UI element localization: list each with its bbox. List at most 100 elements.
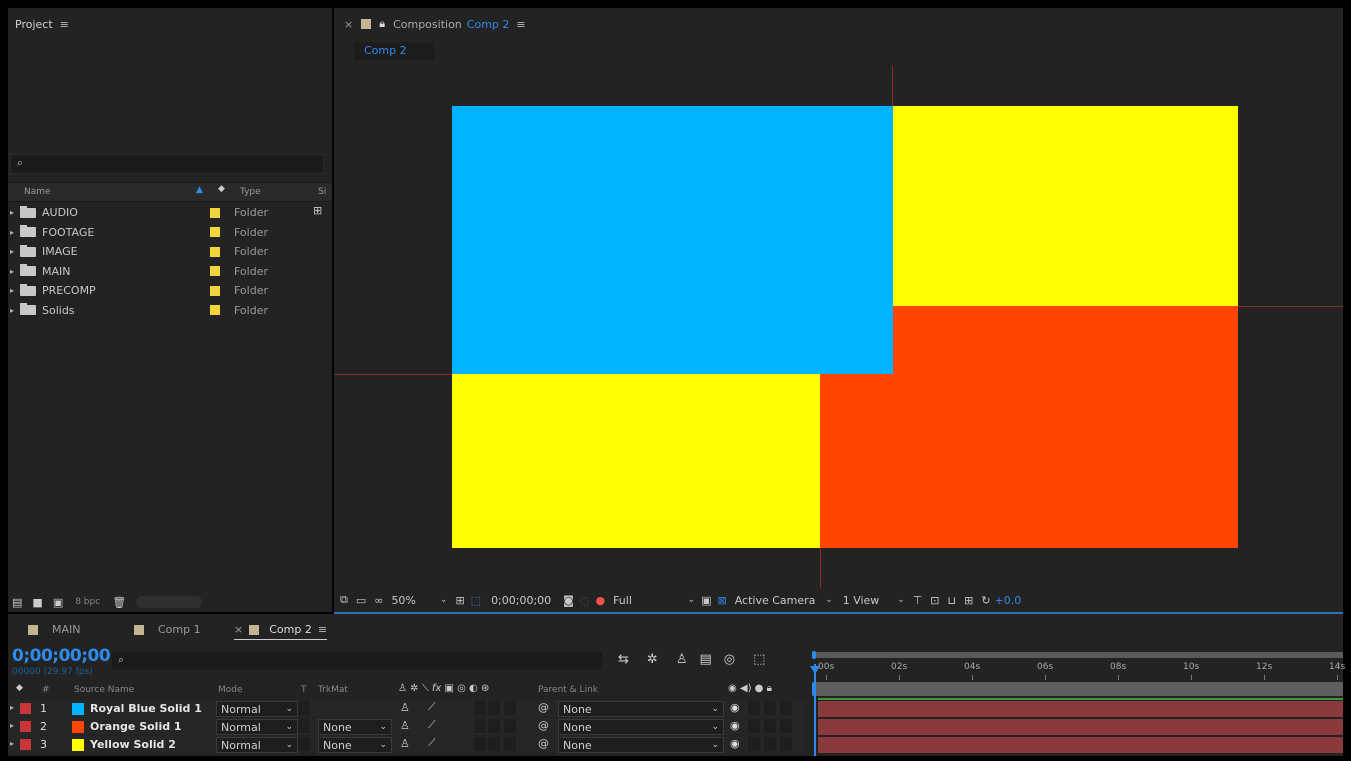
column-mode[interactable]: Mode (218, 685, 243, 695)
switch-box[interactable] (488, 737, 500, 751)
solo-switch-box[interactable] (764, 737, 776, 751)
project-search-field[interactable]: ⌕ (10, 154, 324, 174)
pickwhip-icon[interactable]: @ (538, 737, 549, 750)
project-panel-header[interactable]: Project ≡ (15, 18, 69, 31)
column-name[interactable]: Name (24, 187, 51, 197)
quality-switch-icon[interactable]: ⟋ (428, 736, 436, 750)
time-ruler[interactable]: 00s 02s 04s 06s 08s 10s 12s 14s (812, 651, 1345, 680)
label-color-swatch[interactable] (210, 266, 220, 276)
expand-triangle-icon[interactable]: ▸ (10, 247, 18, 256)
layer-name[interactable]: Orange Solid 1 (90, 720, 182, 733)
trkmat-dropdown[interactable]: None ⌄ (318, 737, 392, 753)
switch-box[interactable] (504, 719, 516, 733)
zoom-dropdown[interactable]: 50% ⌄ (391, 594, 447, 607)
exposure-value[interactable]: +0.0 (995, 594, 1022, 607)
visibility-eye-icon[interactable]: ◉ (730, 719, 740, 732)
frame-blending-icon[interactable]: ▤ (699, 652, 711, 667)
resolution-dropdown[interactable]: Full ⌄ (613, 594, 695, 607)
comp-viewer[interactable] (334, 66, 1343, 588)
switch-box[interactable] (474, 701, 486, 715)
parent-dropdown[interactable]: None ⌄ (558, 737, 724, 753)
layer-row[interactable]: ▸ 3 Yellow Solid 2 Normal ⌄ None ⌄ ♙ ⟋ @ None ⌄ ◉ (8, 736, 805, 753)
region-icon[interactable]: ▣ (701, 594, 711, 607)
project-item[interactable]: ▸ MAIN Folder (8, 262, 328, 281)
label-color-swatch[interactable] (20, 703, 31, 714)
layer-name[interactable]: Royal Blue Solid 1 (90, 702, 202, 715)
lock-icon[interactable]: 🔒︎ (379, 17, 385, 31)
layer-duration-bar[interactable] (818, 701, 1343, 717)
lock-switch-box[interactable] (780, 737, 792, 751)
channel-icon[interactable]: ● (595, 594, 605, 607)
label-color-swatch[interactable] (210, 305, 220, 315)
comp-color-swatch[interactable] (361, 19, 372, 29)
layer-duration-bar[interactable] (818, 719, 1343, 735)
yellow-solid-top[interactable] (893, 106, 1238, 308)
expand-triangle-icon[interactable]: ▸ (10, 267, 18, 276)
switch-box[interactable] (474, 737, 486, 751)
blend-mode-dropdown[interactable]: Normal ⌄ (216, 719, 298, 735)
panel-menu-icon[interactable]: ≡ (60, 18, 69, 31)
preserve-transparency-checkbox[interactable] (298, 737, 310, 751)
project-item[interactable]: ▸ AUDIO Folder (8, 203, 328, 222)
switch-box[interactable] (488, 719, 500, 733)
quality-switch-icon[interactable]: ⟋ (428, 700, 436, 714)
royal-blue-solid[interactable] (452, 106, 893, 374)
shy-switch-icon[interactable]: ♙ (400, 719, 410, 732)
expand-triangle-icon[interactable]: ▸ (10, 286, 18, 295)
camera-snapshot-icon[interactable]: ◙ (563, 594, 574, 607)
column-trkmat[interactable]: TrkMat (318, 685, 348, 695)
project-item[interactable]: ▸ PRECOMP Folder (8, 281, 328, 300)
label-tag-icon[interactable]: ◆ (218, 184, 225, 194)
label-tag-icon[interactable]: ◆ (16, 683, 23, 693)
motion-blur-icon[interactable]: ◎ (724, 652, 735, 667)
switch-box[interactable] (504, 701, 516, 715)
timeline-tab-comp2[interactable]: × Comp 2 ≡ (234, 623, 328, 640)
new-folder-icon[interactable]: ■ (32, 596, 42, 609)
new-composition-icon[interactable]: ▣ (53, 596, 63, 609)
expand-triangle-icon[interactable]: ▸ (10, 208, 18, 217)
timeline-search-field[interactable]: ⌕ (112, 652, 602, 670)
preserve-transparency-checkbox[interactable] (298, 701, 310, 715)
label-color-swatch[interactable] (210, 285, 220, 296)
yellow-solid-bottom[interactable] (452, 374, 820, 548)
blend-mode-dropdown[interactable]: Normal ⌄ (216, 737, 298, 753)
camera-dropdown[interactable]: Active Camera ⌄ (735, 594, 833, 607)
project-item[interactable]: ▸ Solids Folder (8, 301, 328, 320)
monitor-icon[interactable]: ▭ (356, 594, 366, 607)
trkmat-dropdown[interactable]: None ⌄ (318, 719, 392, 735)
expand-triangle-icon[interactable]: ▸ (10, 739, 18, 748)
expand-triangle-icon[interactable]: ▸ (10, 703, 18, 712)
blend-mode-dropdown[interactable]: Normal ⌄ (216, 701, 298, 717)
pickwhip-icon[interactable]: @ (538, 719, 549, 732)
graph-editor-icon[interactable]: ⬚ (753, 652, 765, 667)
work-area-bar[interactable] (814, 652, 1343, 658)
region-of-interest-icon[interactable]: ⬚ (471, 594, 481, 607)
current-time-indicator[interactable] (814, 664, 816, 756)
column-parent[interactable]: Parent & Link (538, 685, 598, 695)
layer-row[interactable]: ▸ 1 Royal Blue Solid 1 Normal ⌄ ♙ ⟋ @ None ⌄ ◉ (8, 700, 805, 717)
switches-header-icons[interactable]: ♙ ✲ ⟍ fx ▣ ◎ ◐ ⊛ (398, 683, 489, 694)
solo-switch-box[interactable] (764, 701, 776, 715)
project-item[interactable]: ▸ IMAGE Folder (8, 242, 328, 261)
column-source-name[interactable]: Source Name (74, 685, 134, 695)
switch-box[interactable] (474, 719, 486, 733)
flowchart-icon[interactable]: ⊞ (964, 594, 973, 607)
shy-layers-icon[interactable]: ♙ (676, 652, 688, 667)
close-icon[interactable]: × (344, 18, 353, 31)
guide-horizontal-left[interactable] (334, 374, 452, 375)
close-icon[interactable]: × (234, 623, 243, 636)
av-switches-header-icons[interactable]: ◉ ◀) ● 🔒︎ (728, 683, 772, 694)
lock-switch-box[interactable] (780, 701, 792, 715)
show-snapshot-icon[interactable]: ◌ (580, 594, 590, 607)
bit-depth-button[interactable]: 8 bpc (75, 597, 100, 607)
label-color-swatch[interactable] (20, 739, 31, 750)
sort-ascending-icon[interactable]: ▲ (196, 185, 203, 195)
layer-row[interactable]: ▸ 2 Orange Solid 1 Normal ⌄ None ⌄ ♙ ⟋ @ None ⌄ ◉ (8, 718, 805, 735)
column-num[interactable]: # (42, 685, 50, 695)
toggle-pixel-aspect-icon[interactable]: ⊤ (913, 594, 923, 607)
panel-menu-icon[interactable]: ≡ (516, 18, 525, 31)
parent-dropdown[interactable]: None ⌄ (558, 719, 724, 735)
reset-exposure-icon[interactable]: ↻ (981, 594, 990, 607)
panel-menu-icon[interactable]: ≡ (318, 623, 327, 636)
label-color-swatch[interactable] (210, 227, 220, 237)
